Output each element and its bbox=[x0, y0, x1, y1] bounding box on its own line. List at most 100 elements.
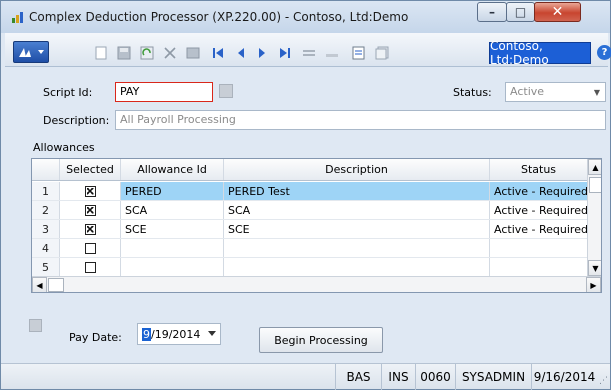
selected-cell[interactable] bbox=[60, 239, 121, 257]
pay-date-label: Pay Date: bbox=[69, 331, 122, 344]
row-number: 2 bbox=[32, 201, 60, 219]
main-menu-button[interactable] bbox=[13, 41, 49, 63]
description-cell[interactable]: SCE bbox=[224, 220, 490, 238]
allowances-group-label: Allowances bbox=[33, 141, 95, 154]
company-button[interactable]: Contoso, Ltd:Demo bbox=[489, 39, 591, 67]
selected-checkbox[interactable] bbox=[84, 185, 96, 197]
previous-record-icon[interactable] bbox=[233, 45, 249, 61]
status-cell[interactable] bbox=[490, 258, 587, 276]
status-label: Status: bbox=[453, 86, 492, 99]
begin-processing-button[interactable]: Begin Processing bbox=[259, 327, 383, 353]
allowance-id-cell[interactable]: PERED bbox=[121, 182, 224, 200]
pay-date-month: 9 bbox=[142, 327, 151, 341]
table-row[interactable]: 1 PERED PERED Test Active - Required bbox=[32, 182, 587, 201]
row-number: 4 bbox=[32, 239, 60, 257]
maximize-icon: □ bbox=[514, 5, 527, 19]
application-window: Complex Deduction Processor (XP.220.00) … bbox=[0, 0, 611, 390]
new-icon[interactable] bbox=[93, 45, 109, 61]
help-icon[interactable]: ? bbox=[597, 45, 611, 60]
selected-checkbox[interactable] bbox=[84, 261, 96, 273]
row-number-header bbox=[32, 159, 60, 180]
status-bar: BAS INS 0060 SYSADMIN 9/16/2014 ⋰ bbox=[1, 363, 610, 390]
table-row[interactable]: 2 SCA SCA Active - Required bbox=[32, 201, 587, 220]
allowance-id-cell[interactable]: SCE bbox=[121, 220, 224, 238]
allowance-id-cell[interactable] bbox=[121, 239, 224, 257]
grid-header: Selected Allowance Id Description Status bbox=[32, 159, 587, 181]
status-ins: INS bbox=[381, 364, 415, 390]
description-input[interactable]: All Payroll Processing bbox=[115, 110, 606, 130]
allowance-id-cell[interactable]: SCA bbox=[121, 201, 224, 219]
horizontal-scroll-thumb[interactable] bbox=[48, 278, 64, 292]
status-cell[interactable]: Active - Required bbox=[490, 220, 587, 238]
note-icon[interactable] bbox=[351, 45, 367, 61]
minimize-button[interactable]: – bbox=[477, 2, 507, 22]
selected-cell[interactable] bbox=[60, 182, 121, 200]
status-cell[interactable]: Active - Required bbox=[490, 182, 587, 200]
vertical-scrollbar[interactable]: ▲ ▼ bbox=[587, 159, 601, 276]
status-value: Active bbox=[510, 85, 545, 98]
title-bar[interactable]: Complex Deduction Processor (XP.220.00) … bbox=[1, 1, 610, 33]
vertical-scroll-thumb[interactable] bbox=[589, 177, 601, 193]
description-cell[interactable] bbox=[224, 239, 490, 257]
description-label: Description: bbox=[43, 114, 110, 127]
script-id-input[interactable]: PAY bbox=[115, 82, 213, 102]
scroll-left-icon[interactable]: ◀ bbox=[32, 277, 47, 292]
scroll-up-icon[interactable]: ▲ bbox=[588, 159, 601, 175]
column-header-selected[interactable]: Selected bbox=[60, 159, 121, 180]
table-row[interactable]: 3 SCE SCE Active - Required bbox=[32, 220, 587, 239]
scroll-right-icon[interactable]: ▶ bbox=[586, 277, 601, 292]
app-logo-icon bbox=[19, 48, 31, 57]
first-record-icon[interactable] bbox=[210, 45, 226, 61]
copy-icon[interactable] bbox=[374, 45, 390, 61]
horizontal-scrollbar[interactable]: ◀ ▶ bbox=[32, 276, 601, 292]
selected-checkbox[interactable] bbox=[84, 242, 96, 254]
window-title: Complex Deduction Processor (XP.220.00) … bbox=[29, 10, 409, 24]
chevron-down-icon bbox=[38, 50, 44, 54]
description-cell[interactable]: SCA bbox=[224, 201, 490, 219]
maximize-button[interactable]: □ bbox=[506, 2, 535, 22]
scroll-down-icon[interactable]: ▼ bbox=[588, 260, 601, 276]
description-cell[interactable]: PERED Test bbox=[224, 182, 490, 200]
chevron-down-icon: ▼ bbox=[593, 87, 601, 97]
close-button[interactable]: ✕ bbox=[534, 2, 581, 22]
status-select[interactable]: Active ▼ bbox=[505, 82, 606, 102]
next-record-icon[interactable] bbox=[254, 45, 270, 61]
delete-line-icon[interactable] bbox=[325, 45, 341, 61]
selected-cell[interactable] bbox=[60, 220, 121, 238]
selected-cell[interactable] bbox=[60, 258, 121, 276]
toolbar: Contoso, Ltd:Demo ? bbox=[5, 33, 611, 67]
pay-date-picker[interactable]: 9 /19/2014 bbox=[137, 323, 221, 345]
status-date: 9/16/2014 bbox=[531, 364, 597, 390]
selected-cell[interactable] bbox=[60, 201, 121, 219]
refresh-icon[interactable] bbox=[139, 45, 155, 61]
selected-checkbox[interactable] bbox=[84, 204, 96, 216]
status-user: SYSADMIN bbox=[455, 364, 531, 390]
lookup-icon[interactable] bbox=[219, 84, 233, 98]
status-cell[interactable]: Active - Required bbox=[490, 201, 587, 219]
table-row[interactable]: 5 bbox=[32, 258, 587, 277]
status-cell[interactable] bbox=[490, 239, 587, 257]
allowances-grid[interactable]: Selected Allowance Id Description Status… bbox=[31, 158, 602, 293]
description-cell[interactable] bbox=[224, 258, 490, 276]
row-number: 1 bbox=[32, 182, 60, 200]
status-company: 0060 bbox=[415, 364, 455, 390]
column-header-description[interactable]: Description bbox=[224, 159, 490, 180]
column-header-status[interactable]: Status bbox=[490, 159, 587, 180]
table-row[interactable]: 4 bbox=[32, 239, 587, 258]
allowance-id-cell[interactable] bbox=[121, 258, 224, 276]
notes-icon[interactable] bbox=[29, 319, 42, 332]
column-header-allowance-id[interactable]: Allowance Id bbox=[121, 159, 224, 180]
script-id-label: Script Id: bbox=[43, 86, 93, 99]
save-icon[interactable] bbox=[116, 45, 132, 61]
insert-line-icon[interactable] bbox=[302, 45, 318, 61]
delete-icon[interactable] bbox=[162, 45, 178, 61]
resize-grip-icon[interactable]: ⋰ bbox=[599, 376, 608, 386]
selected-checkbox[interactable] bbox=[84, 223, 96, 235]
status-mode: BAS bbox=[335, 364, 381, 390]
cancel-icon[interactable] bbox=[185, 45, 201, 61]
app-icon bbox=[12, 12, 23, 23]
last-record-icon[interactable] bbox=[277, 45, 293, 61]
chevron-down-icon[interactable] bbox=[208, 331, 216, 336]
row-number: 3 bbox=[32, 220, 60, 238]
row-number: 5 bbox=[32, 258, 60, 276]
